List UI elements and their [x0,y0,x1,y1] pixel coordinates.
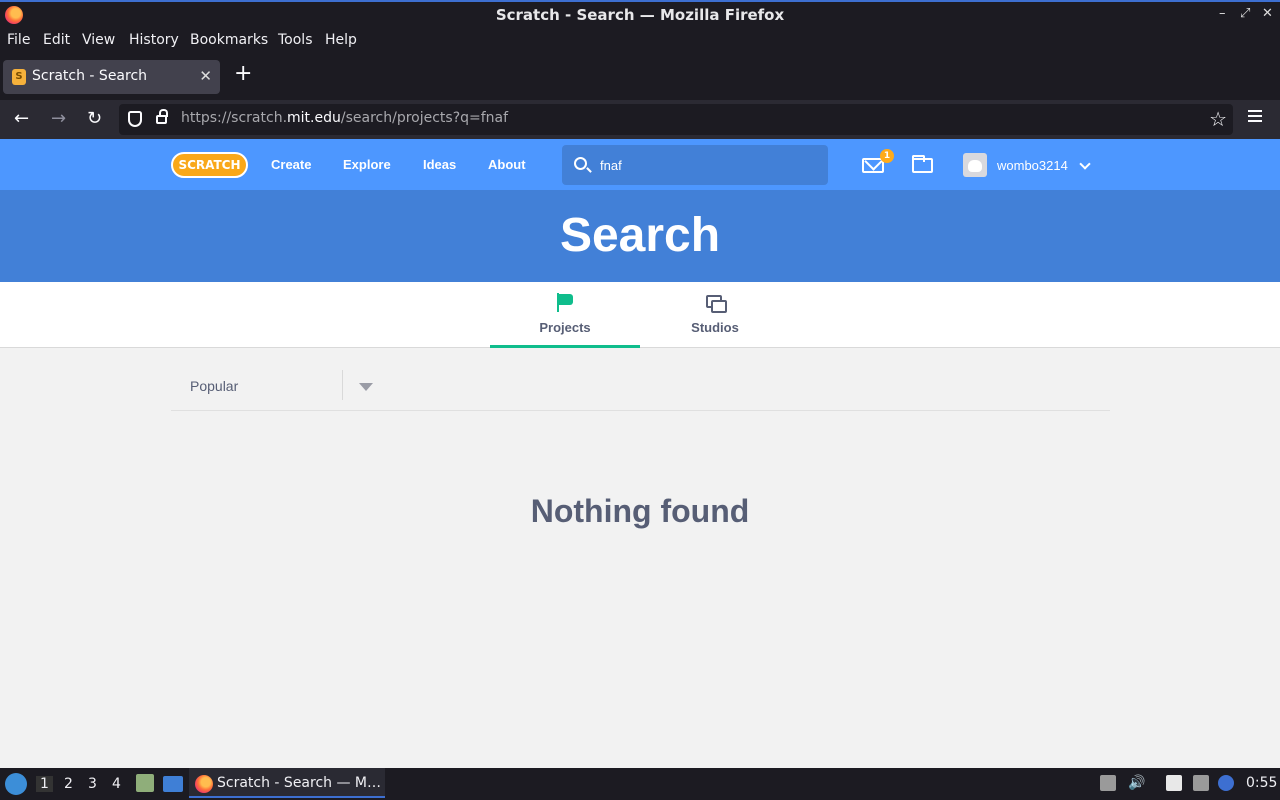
browser-tab[interactable]: S Scratch - Search ✕ [3,60,220,94]
new-tab-button[interactable]: + [234,61,252,86]
sort-filter[interactable]: Popular [171,364,1110,411]
my-stuff-folder-icon[interactable] [912,155,933,173]
url-path: /search/projects?q=fnaf [340,110,509,126]
tab-strip: S Scratch - Search ✕ [0,54,1280,100]
window-title: Scratch - Search — Mozilla Firefox [495,6,785,24]
url-text[interactable]: https://scratch.mit.edu/search/projects?… [181,110,508,126]
tab-studios-label: Studios [691,320,739,335]
url-prefix: https://scratch. [181,110,288,126]
workspace-2[interactable]: 2 [64,776,73,792]
url-domain: mit.edu [287,110,341,126]
eject-icon[interactable] [1100,775,1116,791]
reload-button[interactable]: ↻ [87,108,102,129]
scratch-header: SCRATCH Create Explore Ideas About 1 wom… [0,139,1280,190]
avatar[interactable] [963,153,987,177]
flag-icon [556,293,574,313]
window-titlebar: Scratch - Search — Mozilla Firefox – ⤢ ✕ [0,0,1280,29]
tab-projects-label: Projects [539,320,591,335]
clock: 0:55 [1246,775,1278,791]
nav-bar: ← → ↻ https://scratch.mit.edu/search/pro… [0,100,1280,139]
menu-view[interactable]: View [82,32,115,48]
filter-divider [342,370,343,400]
message-count-badge: 1 [880,149,894,163]
maximize-button[interactable]: ⤢ [1240,6,1250,21]
nav-about[interactable]: About [488,157,526,172]
search-input[interactable] [600,155,810,175]
network-icon[interactable] [1193,775,1209,791]
minimize-button[interactable]: – [1219,6,1226,21]
nav-ideas[interactable]: Ideas [423,157,456,172]
tab-projects[interactable]: Projects [490,282,640,348]
desktop-icon[interactable] [163,776,183,792]
clipboard-icon[interactable] [1166,775,1182,791]
app-menu-icon[interactable] [1248,110,1262,122]
menu-edit[interactable]: Edit [43,32,70,48]
menu-bookmarks[interactable]: Bookmarks [190,32,268,48]
taskbar-firefox-task[interactable]: Scratch - Search — M… [189,768,385,798]
url-bar[interactable]: https://scratch.mit.edu/search/projects?… [119,104,1233,135]
workspace-3[interactable]: 3 [88,776,97,792]
search-icon [574,157,587,170]
search-banner: Search [0,190,1280,282]
task-label: Scratch - Search — M… [217,775,382,791]
menu-history[interactable]: History [129,32,179,48]
close-window-button[interactable]: ✕ [1262,6,1273,21]
empty-results-message: Nothing found [530,493,750,529]
scratch-favicon-icon: S [12,69,26,85]
menu-bar: File Edit View History Bookmarks Tools H… [0,29,1280,54]
nav-explore[interactable]: Explore [343,157,391,172]
nav-create[interactable]: Create [271,157,311,172]
tracking-shield-icon[interactable] [128,111,142,127]
taskbar: 1 2 3 4 Scratch - Search — M… 🔊 0:55 [0,768,1280,800]
sort-select-value[interactable]: Popular [190,378,238,394]
scratch-logo[interactable]: SCRATCH [171,152,248,178]
page-title: Search [559,209,721,262]
workspace-4[interactable]: 4 [112,776,121,792]
back-button[interactable]: ← [14,108,29,129]
scratch-search[interactable] [562,145,828,185]
chevron-down-icon[interactable] [1079,158,1091,170]
dropdown-caret-icon[interactable] [359,383,373,391]
studios-icon [706,295,727,313]
tab-close-icon[interactable]: ✕ [199,67,212,85]
search-tabs: Projects Studios [0,282,1280,348]
tab-studios[interactable]: Studios [640,282,790,348]
lock-icon[interactable] [156,109,168,124]
start-menu-icon[interactable] [5,773,27,795]
firefox-icon [195,775,213,793]
workspace-1[interactable]: 1 [36,776,53,792]
username[interactable]: wombo3214 [997,158,1068,173]
tab-title: Scratch - Search [32,68,148,84]
file-manager-icon[interactable] [136,774,154,792]
bookmark-star-icon[interactable]: ☆ [1209,107,1227,131]
menu-tools[interactable]: Tools [278,32,313,48]
volume-icon[interactable]: 🔊 [1128,775,1145,791]
menu-file[interactable]: File [7,32,30,48]
menu-help[interactable]: Help [325,32,357,48]
notification-icon[interactable] [1218,775,1234,791]
forward-button[interactable]: → [51,108,66,129]
